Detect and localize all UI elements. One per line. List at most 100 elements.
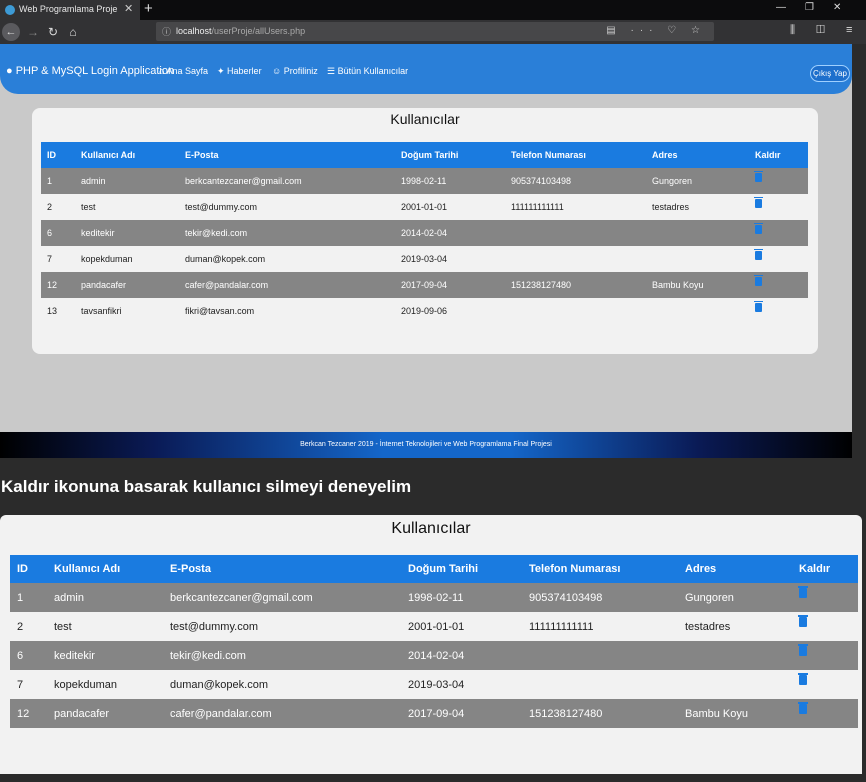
table-cell: berkcantezcaner@gmail.com [179, 168, 395, 194]
table-cell: fikri@tavsan.com [185, 306, 255, 316]
table-cell: pandacafer [47, 699, 163, 728]
delete-cell [792, 670, 858, 699]
zoomed-title: Kullanıcılar [391, 520, 471, 537]
table-cell: 1 [10, 583, 47, 612]
nav-news[interactable]: ✦ Haberler [217, 66, 262, 77]
table-cell: 151238127480 [522, 699, 678, 728]
table-cell: keditekir [47, 641, 163, 670]
tab-close-icon[interactable]: ✕ [124, 2, 133, 15]
column-header: E-Posta [163, 555, 401, 583]
table-row: 2 test test@dummy.com 2001-01-01 11111111111… [10, 612, 858, 641]
table-cell: berkcantezcaner@gmail.com [163, 583, 401, 612]
table-cell: 151238127480 [505, 272, 646, 298]
table-cell: Gungoren [678, 583, 792, 612]
column-header: Kaldır [749, 142, 808, 168]
table-cell: tavsanfikri [81, 306, 122, 316]
back-icon[interactable]: ← [2, 23, 20, 41]
browser-tab-bar: Web Programlama Proje ✕ + — ❐ ✕ [0, 0, 866, 20]
table-row: 7 kopekduman duman@kopek.com 2019-03-04 [41, 246, 808, 272]
table-cell: test@dummy.com [185, 202, 257, 212]
table-cell: 2 [17, 620, 24, 633]
table-cell: 1 [41, 168, 75, 194]
table-cell: tekir@kedi.com [179, 220, 395, 246]
restore-icon[interactable]: ❐ [805, 2, 814, 13]
table-cell: Bambu Koyu [678, 699, 792, 728]
table-cell [678, 641, 792, 670]
trash-icon[interactable] [798, 644, 808, 656]
window-close-icon[interactable]: ✕ [833, 2, 841, 13]
trash-icon[interactable] [798, 615, 808, 627]
nav-home[interactable]: ⌂ Ana Sayfa [159, 66, 208, 76]
table-cell: test [81, 202, 96, 212]
table-cell: 905374103498 [505, 168, 646, 194]
column-header: Kaldır [792, 555, 858, 583]
trash-icon[interactable] [754, 274, 763, 286]
favicon-icon [5, 5, 15, 15]
home-icon[interactable]: ⌂ [66, 23, 80, 41]
table-cell: cafer@pandalar.com [179, 272, 395, 298]
delete-cell [792, 612, 858, 641]
toolbar-icons[interactable]: ⫼ ◫ ≡ [790, 24, 861, 37]
page-actions-icon[interactable]: ▤ ··· ♡ ☆ [606, 25, 706, 36]
trash-icon[interactable] [754, 196, 763, 208]
reload-icon[interactable]: ↻ [46, 23, 60, 41]
column-header: Doğum Tarihi [401, 555, 522, 583]
table-cell: test [54, 620, 72, 633]
table-cell: 12 [41, 272, 75, 298]
url-text[interactable]: localhost/userProje/allUsers.php [176, 26, 305, 36]
trash-icon[interactable] [754, 248, 763, 260]
users-table: ID Kullanıcı Adı E-Posta Doğum Tarihi Telefo… [41, 142, 808, 324]
table-cell: keditekir [75, 220, 179, 246]
column-header: Telefon Numarası [505, 142, 646, 168]
table-cell [505, 246, 646, 272]
trash-icon[interactable] [798, 673, 808, 685]
delete-cell [749, 220, 808, 246]
table-cell: Gungoren [646, 168, 749, 194]
table-row: 12 pandacafer cafer@pandalar.com 2017-09-04… [10, 699, 858, 728]
table-cell: 2014-02-04 [395, 220, 505, 246]
table-cell: 111111111111 [529, 620, 594, 633]
browser-tab[interactable]: Web Programlama Proje ✕ [0, 0, 140, 20]
logout-button[interactable]: Çıkış Yap [810, 65, 850, 82]
table-cell [646, 220, 749, 246]
table-cell: test@dummy.com [170, 620, 258, 633]
table-cell: 2001-01-01 [401, 202, 448, 212]
table-cell [505, 220, 646, 246]
web-page: ● PHP & MySQL Login Application ⌂ Ana Sa… [0, 44, 852, 458]
trash-icon[interactable] [798, 702, 808, 714]
brand-link[interactable]: ● PHP & MySQL Login Application [6, 65, 174, 77]
delete-cell [749, 168, 808, 194]
table-cell: kopekduman [54, 678, 117, 691]
table-row: 1 admin berkcantezcaner@gmail.com 1998-02-1… [41, 168, 808, 194]
page-footer: Berkcan Tezcaner 2019 - İnternet Teknolo… [0, 432, 852, 458]
delete-cell [749, 246, 808, 272]
trash-icon[interactable] [798, 586, 808, 598]
table-row: 6 keditekir tekir@kedi.com 2014-02-04 [10, 641, 858, 670]
new-tab-icon[interactable]: + [144, 0, 153, 18]
column-header: ID [10, 555, 47, 583]
table-cell: 2019-09-06 [401, 306, 448, 316]
url-bar[interactable]: ⓘ localhost/userProje/allUsers.php ▤ ···… [156, 22, 714, 41]
table-cell [522, 670, 678, 699]
scrollbar[interactable] [852, 44, 866, 458]
zoomed-users-table: ID Kullanıcı Adı E-Posta Doğum Tarihi Telefo… [10, 555, 858, 728]
table-cell: 1998-02-11 [395, 168, 505, 194]
trash-icon[interactable] [754, 300, 763, 312]
trash-icon[interactable] [754, 222, 763, 234]
trash-icon[interactable] [754, 170, 763, 182]
table-cell: 2019-03-04 [408, 678, 465, 691]
nav-profile[interactable]: ☺ Profiliniz [272, 66, 318, 76]
table-cell: 12 [10, 699, 47, 728]
table-cell: 2014-02-04 [401, 641, 522, 670]
info-icon[interactable]: ⓘ [162, 25, 171, 38]
forward-icon[interactable]: → [26, 23, 40, 41]
nav-all-users[interactable]: ☰ Bütün Kullanıcılar [327, 66, 408, 77]
delete-cell [792, 641, 858, 670]
table-cell: pandacafer [75, 272, 179, 298]
table-cell: 2017-09-04 [395, 272, 505, 298]
zoomed-users-card: Kullanıcılar ID Kullanıcı Adı E-Posta Doğum… [0, 515, 862, 774]
table-cell: duman@kopek.com [185, 254, 266, 264]
column-header: Kullanıcı Adı [75, 142, 179, 168]
minimize-icon[interactable]: — [776, 2, 786, 13]
column-header: Telefon Numarası [522, 555, 678, 583]
